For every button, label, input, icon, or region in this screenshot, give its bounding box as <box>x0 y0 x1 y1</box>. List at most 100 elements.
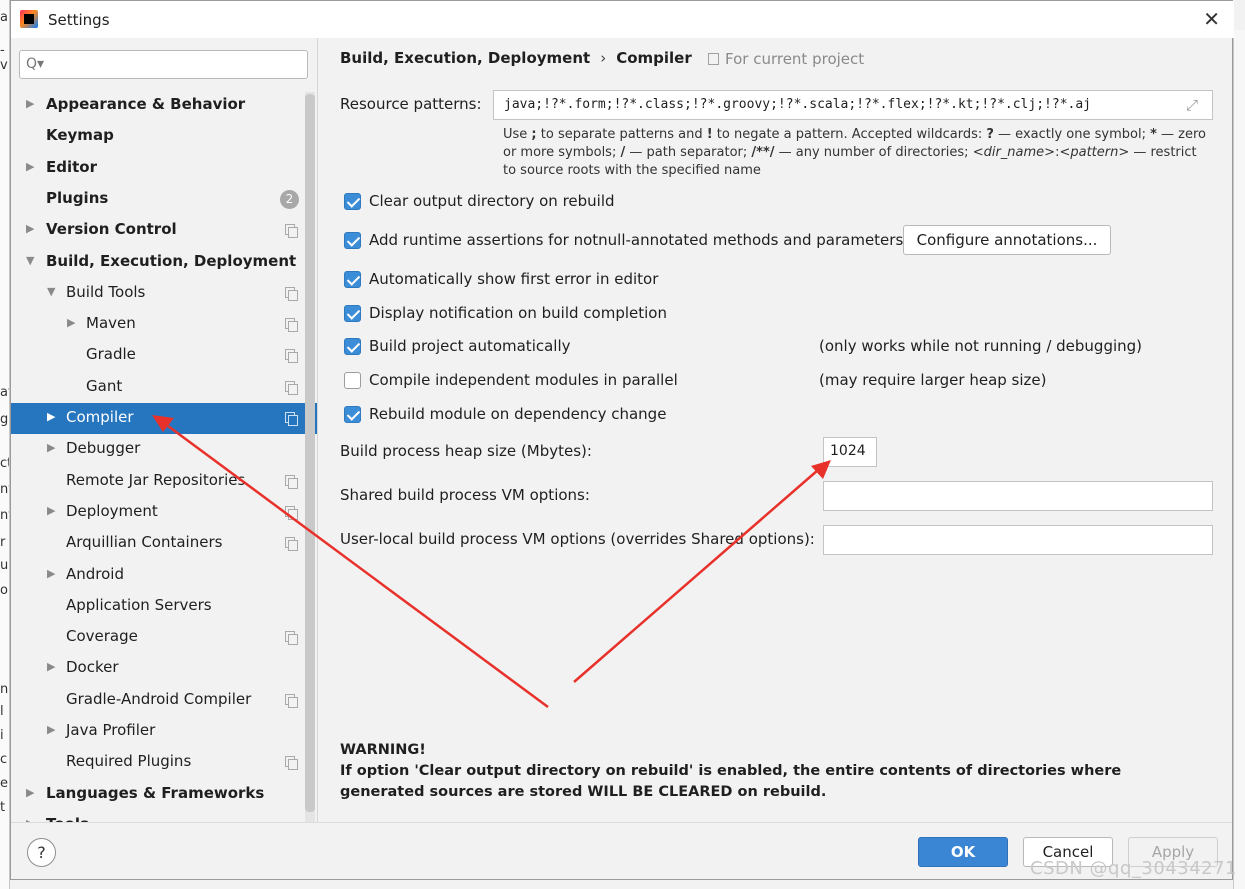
footer-divider <box>11 822 1232 823</box>
sidebar-item-java-profiler[interactable]: ▶ Java Profiler <box>11 716 317 747</box>
option-note: (may require larger heap size) <box>819 371 1047 389</box>
checkbox-label[interactable]: Compile independent modules in parallel <box>369 371 678 389</box>
sidebar-item-appearance-behavior[interactable]: ▶ Appearance & Behavior <box>11 90 317 121</box>
sidebar-item-label: Required Plugins <box>66 752 192 770</box>
sidebar-item-label: Gradle-Android Compiler <box>66 690 252 708</box>
sidebar-item-label: Compiler <box>66 408 134 426</box>
sidebar-item-editor[interactable]: ▶ Editor <box>11 153 317 184</box>
ok-button[interactable]: OK <box>918 837 1008 867</box>
sidebar-item-label: Keymap <box>46 126 114 144</box>
shared-vm-options-label: Shared build process VM options: <box>340 486 590 504</box>
sidebar-item-docker[interactable]: ▶ Docker <box>11 653 317 684</box>
resource-patterns-hint: Use ; to separate patterns and ! to nega… <box>503 127 1207 178</box>
sidebar-item-remote-jar-repositories[interactable]: Remote Jar Repositories <box>11 466 317 497</box>
sidebar-item-languages-frameworks[interactable]: ▶ Languages & Frameworks <box>11 779 317 810</box>
sidebar-item-maven[interactable]: ▶ Maven <box>11 309 317 340</box>
shared-vm-options-input[interactable] <box>823 481 1213 511</box>
sidebar-item-gradle-android-compiler[interactable]: Gradle-Android Compiler <box>11 685 317 716</box>
watermark: CSDN @qq_30434271 <box>1030 858 1238 879</box>
background-text-fragment: l <box>0 704 4 719</box>
sidebar-item-label: Languages & Frameworks <box>46 784 265 802</box>
project-scope-icon <box>285 506 298 520</box>
sidebar-item-deployment[interactable]: ▶ Deployment <box>11 497 317 528</box>
background-text-fragment: e <box>0 776 8 791</box>
collapsed-arrow-icon[interactable]: ▶ <box>47 567 55 580</box>
checkbox[interactable] <box>344 193 361 210</box>
sidebar-item-gant[interactable]: Gant <box>11 372 317 403</box>
help-icon[interactable]: ? <box>27 838 56 867</box>
configure-annotations-button[interactable]: Configure annotations... <box>903 225 1111 255</box>
checkbox-label[interactable]: Clear output directory on rebuild <box>369 192 615 210</box>
sidebar-item-label: Version Control <box>46 220 177 238</box>
checkbox[interactable] <box>344 338 361 355</box>
checkbox-row-automatically-show-first-error-in-editor[interactable]: Automatically show first error in editor <box>344 269 904 293</box>
checkbox-row-clear-output-directory-on-rebuild[interactable]: Clear output directory on rebuild <box>344 191 904 215</box>
sidebar-item-keymap[interactable]: Keymap <box>11 121 317 152</box>
collapsed-arrow-icon[interactable]: ▶ <box>47 441 55 454</box>
sidebar-item-tools[interactable]: ▶Tools <box>11 810 317 822</box>
collapsed-arrow-icon[interactable]: ▶ <box>26 160 34 173</box>
breadcrumb-parent[interactable]: Build, Execution, Deployment <box>340 49 590 67</box>
expanded-arrow-icon[interactable]: ▼ <box>47 285 55 298</box>
background-text-fragment: al <box>0 10 9 25</box>
project-scope-icon <box>285 224 298 238</box>
background-text-fragment: r <box>0 535 6 550</box>
background-text-fragment: i <box>0 728 4 743</box>
sidebar-item-arquillian-containers[interactable]: Arquillian Containers <box>11 528 317 559</box>
background-text-fragment: nf <box>0 508 9 523</box>
sidebar-item-compiler[interactable]: ▶ Compiler <box>11 403 317 434</box>
sidebar-item-label: Build, Execution, Deployment <box>46 252 297 270</box>
sidebar-item-debugger[interactable]: ▶ Debugger <box>11 434 317 465</box>
collapsed-arrow-icon[interactable]: ▶ <box>26 222 34 235</box>
collapsed-arrow-icon[interactable]: ▶ <box>67 316 75 329</box>
checkbox-label[interactable]: Rebuild module on dependency change <box>369 405 666 423</box>
sidebar-item-plugins[interactable]: Plugins 2 <box>11 184 317 215</box>
sidebar-item-version-control[interactable]: ▶ Version Control <box>11 215 317 246</box>
checkbox[interactable] <box>344 232 361 249</box>
heap-size-label: Build process heap size (Mbytes): <box>340 442 592 460</box>
sidebar-item-label: Remote Jar Repositories <box>66 471 246 489</box>
sidebar-item-application-servers[interactable]: Application Servers <box>11 591 317 622</box>
sidebar-item-build-execution-deployment[interactable]: ▼ Build, Execution, Deployment <box>11 247 317 278</box>
checkbox-row-rebuild-module-on-dependency-change[interactable]: Rebuild module on dependency change <box>344 404 904 428</box>
collapsed-arrow-icon[interactable]: ▶ <box>47 660 55 673</box>
sidebar-item-label: Coverage <box>66 627 138 645</box>
project-scope-icon <box>285 287 298 301</box>
close-icon[interactable]: ✕ <box>1203 7 1220 31</box>
background-text-fragment: ct <box>0 456 9 471</box>
plugin-updates-badge: 2 <box>280 190 299 209</box>
background-window-right <box>1233 30 1245 889</box>
checkbox[interactable] <box>344 271 361 288</box>
sidebar-item-required-plugins[interactable]: Required Plugins <box>11 747 317 778</box>
expanded-arrow-icon[interactable]: ▼ <box>26 254 34 267</box>
user-vm-options-input[interactable] <box>823 525 1213 555</box>
background-text-fragment: ur <box>0 558 9 573</box>
sidebar-scrollbar-thumb[interactable] <box>305 94 315 812</box>
collapsed-arrow-icon[interactable]: ▶ <box>47 410 55 423</box>
collapsed-arrow-icon[interactable]: ▶ <box>26 97 34 110</box>
heap-size-input[interactable]: 1024 <box>823 437 877 467</box>
sidebar-item-coverage[interactable]: Coverage <box>11 622 317 653</box>
sidebar-item-android[interactable]: ▶ Android <box>11 560 317 591</box>
checkbox[interactable] <box>344 372 361 389</box>
checkbox-label[interactable]: Build project automatically <box>369 337 571 355</box>
project-scope-icon <box>285 756 298 770</box>
sidebar-item-gradle[interactable]: Gradle <box>11 340 317 371</box>
resource-patterns-input[interactable]: java;!?*.form;!?*.class;!?*.groovy;!?*.s… <box>493 90 1213 120</box>
checkbox-row-display-notification-on-build-completion[interactable]: Display notification on build completion <box>344 303 904 327</box>
collapsed-arrow-icon[interactable]: ▶ <box>47 723 55 736</box>
checkbox-label[interactable]: Display notification on build completion <box>369 304 667 322</box>
project-scope-icon <box>285 349 298 363</box>
collapsed-arrow-icon[interactable]: ▶ <box>26 786 34 799</box>
checkbox-label[interactable]: Add runtime assertions for notnull-annot… <box>369 231 903 249</box>
warning-title: WARNING! <box>340 742 426 758</box>
project-scope-icon <box>285 694 298 708</box>
checkbox[interactable] <box>344 406 361 423</box>
checkbox[interactable] <box>344 305 361 322</box>
search-input[interactable]: Q▾ <box>19 50 308 79</box>
checkbox-row-add-runtime-assertions-for-notnull-annotated-methods-and-parameters[interactable]: Add runtime assertions for notnull-annot… <box>344 230 904 254</box>
collapsed-arrow-icon[interactable]: ▶ <box>47 504 55 517</box>
expand-icon[interactable]: ⤢ <box>1186 96 1198 114</box>
sidebar-item-build-tools[interactable]: ▼ Build Tools <box>11 278 317 309</box>
checkbox-label[interactable]: Automatically show first error in editor <box>369 270 658 288</box>
